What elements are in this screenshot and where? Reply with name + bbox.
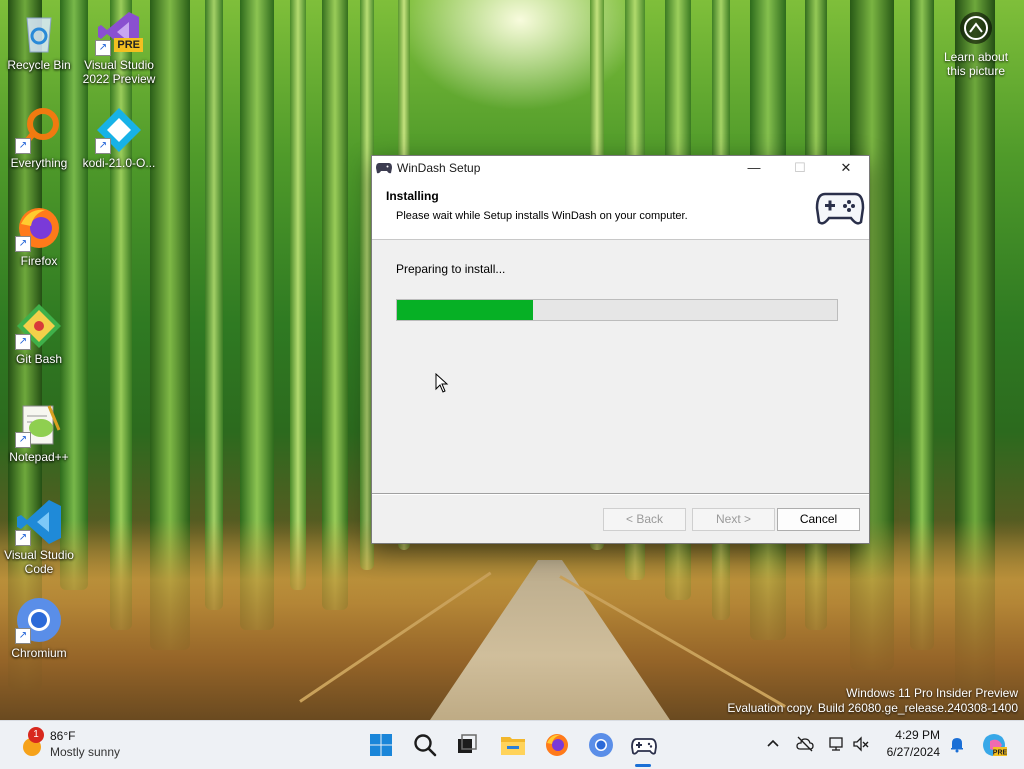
setup-window: WinDash Setup — ☐ ✕ Installing Please wa… (371, 155, 870, 544)
desktop-icon-git-bash[interactable]: ↗ Git Bash (0, 302, 78, 366)
task-view-icon[interactable] (453, 731, 481, 759)
gamepad-logo-icon (815, 188, 865, 228)
shortcut-arrow-icon: ↗ (15, 236, 31, 252)
visual-studio-preview-icon: PRE ↗ (95, 8, 143, 56)
install-status-text: Preparing to install... (396, 262, 506, 276)
learn-about-picture[interactable]: Learn about this picture (938, 12, 1014, 78)
desktop-icon-label: Visual Studio Code (4, 548, 74, 576)
shortcut-arrow-icon: ↗ (15, 138, 31, 154)
shortcut-arrow-icon: ↗ (15, 334, 31, 350)
shortcut-arrow-icon: ↗ (15, 530, 31, 546)
desktop-icon-label: Firefox (20, 254, 58, 268)
desktop-icon-recycle-bin[interactable]: Recycle Bin (0, 8, 78, 72)
watermark-line1: Windows 11 Pro Insider Preview (846, 686, 1018, 700)
kodi-icon: ↗ (95, 106, 143, 154)
back-button: < Back (603, 508, 686, 531)
header-subtitle: Please wait while Setup installs WinDash… (396, 210, 688, 222)
desktop-icon-label: kodi-21.0-O... (82, 156, 156, 170)
desktop-icon-everything[interactable]: ↗ Everything (0, 106, 78, 170)
windash-gamepad-icon[interactable] (630, 731, 658, 759)
next-button: Next > (692, 508, 775, 531)
chromium-icon[interactable] (587, 731, 615, 759)
copilot-preview-icon[interactable]: PRE (980, 731, 1008, 759)
clock-date: 6/27/2024 (886, 745, 940, 759)
evaluation-watermark: Windows 11 Pro Insider Preview Evaluatio… (727, 686, 1018, 716)
network-icon[interactable] (828, 735, 846, 753)
install-progress-bar (396, 299, 838, 321)
minimize-button[interactable]: — (731, 156, 777, 180)
close-button[interactable]: ✕ (823, 156, 869, 180)
desktop-icon-visual-studio-preview[interactable]: PRE ↗ Visual Studio 2022 Preview (80, 8, 158, 86)
mouse-cursor (435, 372, 449, 393)
desktop-icon-firefox[interactable]: ↗ Firefox (0, 204, 78, 268)
file-explorer-icon[interactable] (499, 731, 527, 759)
volume-icon[interactable] (852, 735, 870, 753)
desktop-icon-kodi[interactable]: ↗ kodi-21.0-O... (80, 106, 158, 170)
recycle-bin-icon (15, 8, 63, 56)
chevron-up-icon[interactable] (764, 735, 782, 753)
desktop-icon-label: Chromium (11, 646, 67, 660)
shortcut-arrow-icon: ↗ (15, 432, 31, 448)
everything-search-icon: ↗ (15, 106, 63, 154)
learn-about-line1: Learn about (943, 50, 1009, 64)
clock-time: 4:29 PM (895, 728, 940, 742)
weather-temp: 86°F (50, 729, 76, 743)
shortcut-arrow-icon: ↗ (95, 138, 111, 154)
setup-header: Installing Please wait while Setup insta… (372, 180, 869, 240)
firefox-icon[interactable] (543, 731, 571, 759)
active-app-indicator (635, 764, 651, 767)
vscode-icon: ↗ (15, 498, 63, 546)
window-titlebar[interactable]: WinDash Setup — ☐ ✕ (372, 156, 869, 180)
weather-alert-badge: 1 (28, 727, 44, 743)
system-clock[interactable]: 4:29 PM 6/27/2024 (887, 727, 940, 761)
shortcut-arrow-icon: ↗ (15, 628, 31, 644)
notepad-plus-plus-icon: ↗ (15, 400, 63, 448)
weather-widget[interactable]: 1 86°F Mostly sunny (18, 727, 138, 763)
desktop-icon-label: Notepad++ (9, 450, 69, 464)
desktop-icon-chromium[interactable]: ↗ Chromium (0, 596, 78, 660)
git-bash-icon: ↗ (15, 302, 63, 350)
camera-info-icon (960, 12, 992, 44)
shortcut-arrow-icon: ↗ (95, 40, 111, 56)
maximize-button: ☐ (794, 160, 806, 175)
desktop-icon-vscode[interactable]: ↗ Visual Studio Code (0, 498, 78, 576)
windows-start-icon[interactable] (367, 731, 395, 759)
onedrive-offline-icon[interactable] (796, 735, 814, 753)
progress-fill (397, 300, 534, 320)
weather-desc: Mostly sunny (50, 745, 121, 759)
desktop-icon-notepad-plus-plus[interactable]: ↗ Notepad++ (0, 400, 78, 464)
desktop-icon-label: Recycle Bin (7, 58, 71, 72)
watermark-line2: Evaluation copy. Build 26080.ge_release.… (727, 701, 1018, 715)
taskbar: 1 86°F Mostly sunny 4:29 PM 6/27/2024 PR… (0, 720, 1024, 769)
windash-gamepad-icon (376, 162, 392, 174)
chromium-icon: ↗ (15, 596, 63, 644)
firefox-icon: ↗ (15, 204, 63, 252)
cancel-button[interactable]: Cancel (777, 508, 860, 531)
desktop-icon-label: Visual Studio 2022 Preview (82, 58, 156, 86)
window-title: WinDash Setup (397, 161, 481, 175)
desktop-icon-label: Git Bash (15, 352, 63, 366)
learn-about-line2: this picture (946, 64, 1006, 78)
desktop-icon-label: Everything (10, 156, 68, 170)
header-title: Installing (386, 189, 439, 203)
notification-bell-icon[interactable] (948, 735, 966, 753)
search-icon[interactable] (411, 731, 439, 759)
pre-badge: PRE (114, 38, 143, 52)
svg-text:PRE: PRE (993, 750, 1008, 757)
